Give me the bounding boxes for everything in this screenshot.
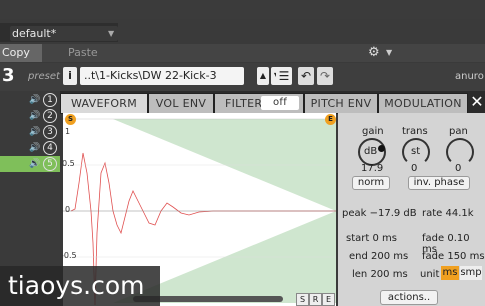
tab-filter-label: FILTER bbox=[225, 97, 263, 110]
watermark: tiaoys.com bbox=[0, 266, 160, 306]
paste-button[interactable]: Paste bbox=[42, 44, 148, 62]
start-readout[interactable]: start 0 ms bbox=[346, 233, 397, 244]
preset-label: preset bbox=[28, 71, 60, 82]
track-row-active[interactable]: 🔊 5 bbox=[0, 156, 60, 172]
copy-button[interactable]: Copy bbox=[0, 44, 42, 62]
scroll-r-button[interactable]: R bbox=[309, 293, 322, 306]
editor-tabs: WAVEFORM VOL ENV FILTER off PITCH ENV MO… bbox=[60, 91, 485, 114]
tab-vol-env[interactable]: VOL ENV bbox=[148, 93, 214, 114]
trans-label: trans bbox=[402, 126, 428, 137]
inv-phase-button[interactable]: inv. phase bbox=[408, 176, 470, 190]
track-row[interactable]: 🔊 4 bbox=[0, 140, 60, 156]
unit-ms-button[interactable]: ms bbox=[441, 266, 459, 280]
tab-filter[interactable]: FILTER off bbox=[214, 93, 304, 114]
undo-icon[interactable]: ↶ bbox=[298, 67, 314, 85]
track-row[interactable]: 🔊 1 bbox=[0, 92, 60, 108]
filter-state-select[interactable]: off bbox=[261, 96, 299, 110]
track-number: 4 bbox=[43, 141, 57, 155]
actions-button[interactable]: actions.. bbox=[380, 290, 438, 305]
speaker-icon[interactable]: 🔊 bbox=[29, 95, 40, 105]
scroll-e-button[interactable]: E bbox=[322, 293, 335, 306]
start-marker[interactable]: S bbox=[65, 114, 76, 125]
trans-unit: st bbox=[411, 146, 421, 157]
track-number: 5 bbox=[43, 157, 57, 171]
sample-params-panel: gain dB 17.9 trans st 0 pan 0 norm inv. … bbox=[338, 113, 485, 306]
track-number: 1 bbox=[43, 93, 57, 107]
info-button[interactable]: i bbox=[63, 67, 77, 85]
speaker-icon[interactable]: 🔊 bbox=[29, 159, 40, 169]
unit-label: unit bbox=[420, 269, 440, 280]
gear-icon[interactable]: ⚙ bbox=[368, 44, 380, 62]
track-number: 3 bbox=[43, 125, 57, 139]
track-row[interactable]: 🔊 2 bbox=[0, 108, 60, 124]
top-strip bbox=[0, 0, 485, 19]
redo-icon[interactable]: ↷ bbox=[317, 67, 333, 85]
instrument-header: 3 preset i ..t\1-Kicks\DW 22-Kick-3 ▲ ▼ … bbox=[0, 63, 485, 91]
track-row[interactable]: 🔊 3 bbox=[0, 124, 60, 140]
peak-readout: peak −17.9 dB bbox=[342, 208, 417, 219]
sample-path-field[interactable]: ..t\1-Kicks\DW 22-Kick-3 bbox=[80, 67, 244, 85]
pan-value: 0 bbox=[455, 163, 462, 174]
slot-number: 3 bbox=[2, 65, 15, 86]
chevron-down-icon: ▼ bbox=[108, 29, 115, 38]
end-marker[interactable]: E bbox=[325, 114, 336, 125]
chevron-down-icon[interactable]: ▼ bbox=[386, 44, 392, 62]
pan-label: pan bbox=[449, 126, 468, 137]
header-right-text: anuro bbox=[455, 71, 484, 82]
scroll-s-button[interactable]: S bbox=[296, 293, 309, 306]
tab-modulation[interactable]: MODULATION bbox=[378, 93, 468, 114]
tab-pitch-env[interactable]: PITCH ENV bbox=[304, 93, 378, 114]
prev-sample-button[interactable]: ▲ bbox=[257, 67, 269, 85]
len-readout[interactable]: len 200 ms bbox=[352, 269, 408, 280]
fade-out-readout[interactable]: fade 150 ms bbox=[422, 251, 485, 262]
preset-dropdown[interactable]: default* ▼ bbox=[10, 26, 118, 41]
end-readout[interactable]: end 200 ms bbox=[349, 251, 408, 262]
gain-unit: dB bbox=[364, 146, 378, 157]
trans-value: 0 bbox=[411, 163, 418, 174]
tick-label: 1 bbox=[65, 127, 71, 136]
gain-value: 17.9 bbox=[361, 163, 384, 174]
gain-knob-dot bbox=[378, 145, 385, 152]
speaker-icon[interactable]: 🔊 bbox=[29, 111, 40, 121]
pan-knob[interactable] bbox=[446, 138, 474, 166]
close-icon[interactable]: ✕ bbox=[469, 92, 485, 112]
unit-smp-button[interactable]: smp bbox=[460, 266, 482, 280]
speaker-icon[interactable]: 🔊 bbox=[29, 143, 40, 153]
menu-icon[interactable]: ☰ bbox=[276, 67, 292, 85]
gain-label: gain bbox=[362, 126, 384, 137]
tab-waveform[interactable]: WAVEFORM bbox=[60, 93, 148, 114]
rate-readout: rate 44.1k bbox=[422, 208, 474, 219]
preset-dropdown-value: default* bbox=[12, 27, 57, 40]
tick-label: 0.5 bbox=[62, 159, 75, 168]
tick-label: 0 bbox=[65, 205, 71, 214]
tick-label: -0.5 bbox=[61, 251, 77, 260]
speaker-icon[interactable]: 🔊 bbox=[29, 127, 40, 137]
track-number: 2 bbox=[43, 109, 57, 123]
norm-button[interactable]: norm bbox=[352, 176, 390, 190]
copy-paste-bar: Copy Paste ⚙ ▼ bbox=[0, 44, 485, 62]
